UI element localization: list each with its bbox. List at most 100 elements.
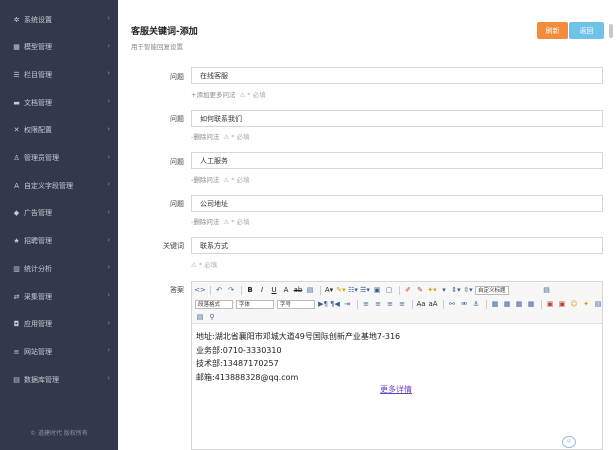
clear-doc-icon[interactable]: ▢ [384,285,394,295]
bold-icon[interactable]: B [245,285,255,295]
underline-icon[interactable]: U [269,285,279,295]
border-font-icon[interactable]: A [281,285,291,295]
undo-icon[interactable]: ↶ [214,285,224,295]
attachment-file-icon[interactable]: ▤ [195,312,205,322]
image-left-icon[interactable]: ▦ [490,299,500,309]
image-none-icon[interactable]: ▦ [502,299,512,309]
italic-icon[interactable]: I [257,285,267,295]
sidebar-item-label: 应用管理 [24,320,52,329]
sidebar-item-label: 模型管理 [24,43,52,52]
paperclip-icon[interactable]: ⚲ [207,312,217,322]
sidebar-item-2[interactable]: ☰ 栏目管理 › [0,61,118,88]
map-icon[interactable]: ▤ [593,299,603,309]
editor-content[interactable]: 地址:湖北省襄阳市邓城大道49号国际创新产业基地7-316 业务部:0710-3… [196,330,400,384]
delete-question-link[interactable]: -删除问法 [191,133,219,141]
video-icon[interactable]: ✦ [581,299,591,309]
align-justify-icon[interactable]: ≡ [397,299,407,309]
rich-text-editor[interactable]: <> ↶ ↷ B I U A ab ▤ A▾ ✎▾ ☷▾ ☰▾ ▣ ▢ ✐ ✎ … [191,281,603,450]
chevron-right-icon: › [107,235,110,244]
format-brush-icon[interactable]: ▤ [305,285,315,295]
editor-toolbar: <> ↶ ↷ B I U A ab ▤ A▾ ✎▾ ☷▾ ☰▾ ▣ ▢ ✐ ✎ … [192,282,602,324]
eraser-icon[interactable]: ✐ [403,285,413,295]
question-2-hint: -删除问法 ⚠ * 必填 [191,131,250,141]
back-button[interactable]: 返回 [569,22,604,39]
required-note: * 必填 [231,176,250,184]
multi-image-icon[interactable]: ▣ [557,299,567,309]
sidebar-item-9[interactable]: ▥ 统计分析 › [0,255,118,282]
question-4-input[interactable]: 公司地址 [191,195,603,212]
align-right-icon[interactable]: ≡ [385,299,395,309]
rtl-icon[interactable]: ¶◀ [330,299,340,309]
sidebar-item-7[interactable]: ◆ 广告管理 › [0,200,118,227]
scrollbar-thumb[interactable] [609,24,613,38]
ordered-list-icon[interactable]: ☷▾ [348,285,358,295]
fullscreen-icon[interactable]: ▤ [542,285,552,295]
image-right-icon[interactable]: ▦ [514,299,524,309]
sidebar-item-1[interactable]: ▦ 模型管理 › [0,34,118,61]
delete-question-link[interactable]: -删除问法 [191,218,219,226]
more-details-link[interactable]: 更多详情 [380,384,412,395]
clear-format-icon[interactable]: ✎ [415,285,425,295]
app-icon: ◘ [13,320,20,329]
highlight-icon[interactable]: ✎▾ [336,285,346,295]
sidebar-footer: © 道建时代 版权所有 [30,430,88,437]
sidebar-item-label: 文档管理 [24,98,52,107]
chevron-right-icon: › [107,207,110,216]
sidebar-item-4[interactable]: ✕ 权限配置 › [0,117,118,144]
refresh-button[interactable]: 刷新 [537,22,568,39]
question-2-input[interactable]: 如何联系我们 [191,110,603,127]
font-color-icon[interactable]: A▾ [324,285,334,295]
sidebar-item-0[interactable]: ✲ 系统设置 › [0,6,118,33]
unlink-icon[interactable]: ⚮ [459,299,469,309]
select-all-icon[interactable]: ▣ [372,285,382,295]
paste-icon[interactable]: ▾ [439,285,449,295]
site-icon: ≡ [13,347,20,356]
link-icon[interactable]: ⚯ [447,299,457,309]
source-icon[interactable]: <> [194,285,206,295]
sidebar-item-11[interactable]: ◘ 应用管理 › [0,311,118,338]
sidebar-item-13[interactable]: ▤ 数据库管理 › [0,366,118,393]
image-center-icon[interactable]: ▦ [526,299,536,309]
delete-question-link[interactable]: -删除问法 [191,176,219,184]
spacing-icon[interactable]: ⇳▾ [463,285,473,295]
sidebar-item-10[interactable]: ⇄ 采集管理 › [0,283,118,310]
unordered-list-icon[interactable]: ☰▾ [360,285,370,295]
font-size-select[interactable]: 字号 [277,299,315,309]
tag-icon: ◆ [13,209,20,218]
line-height-icon[interactable]: ⇕▾ [451,285,461,295]
toolbar-row-3: ▤ ⚲ [195,311,219,323]
custom-title-select[interactable]: 自定义标题 [475,285,509,295]
font-family-select[interactable]: 字体 [236,299,274,309]
content-line-email: 邮箱:413888328@qq.com [196,372,299,382]
sidebar-item-12[interactable]: ≡ 网站管理 › [0,338,118,365]
anchor-icon[interactable]: ⚓ [471,299,481,309]
question-1-input[interactable]: 在线客服 [191,67,603,84]
sidebar-item-5[interactable]: ♙ 管理员管理 › [0,145,118,172]
chevron-right-icon: › [107,263,110,272]
exchange-icon: ⇄ [13,292,20,301]
align-left-icon[interactable]: ≡ [361,299,371,309]
align-center-icon[interactable]: ≡ [373,299,383,309]
auto-typeset-icon[interactable]: ✦▾ [427,285,437,295]
sidebar-item-6[interactable]: A 自定义字段管理 › [0,172,118,199]
emoji-icon[interactable]: ☺ [569,299,579,309]
uppercase-icon[interactable]: Aa [416,299,426,309]
question-1-label: 问题 [170,73,184,81]
redo-icon[interactable]: ↷ [226,285,236,295]
add-question-link[interactable]: +添加更多问法 [191,91,235,99]
gear-icon: ✲ [13,15,20,24]
insert-image-icon[interactable]: ▣ [545,299,555,309]
required-note: * 必填 [198,261,218,269]
question-3-input[interactable]: 人工服务 [191,152,603,169]
lowercase-icon[interactable]: aA [428,299,438,309]
keyword-input[interactable]: 联系方式 [191,237,603,254]
sidebar-item-label: 自定义字段管理 [24,181,73,190]
sidebar-item-8[interactable]: ★ 招聘管理 › [0,228,118,255]
sidebar-item-3[interactable]: ▬ 文档管理 › [0,89,118,116]
indent-icon[interactable]: ⇥ [342,299,352,309]
chevron-right-icon: › [107,14,110,22]
chevron-right-icon: › [107,124,110,133]
ltr-icon[interactable]: ▶¶ [318,299,328,309]
paragraph-select[interactable]: 段落格式 [195,299,233,309]
strikethrough-icon[interactable]: ab [293,285,303,295]
